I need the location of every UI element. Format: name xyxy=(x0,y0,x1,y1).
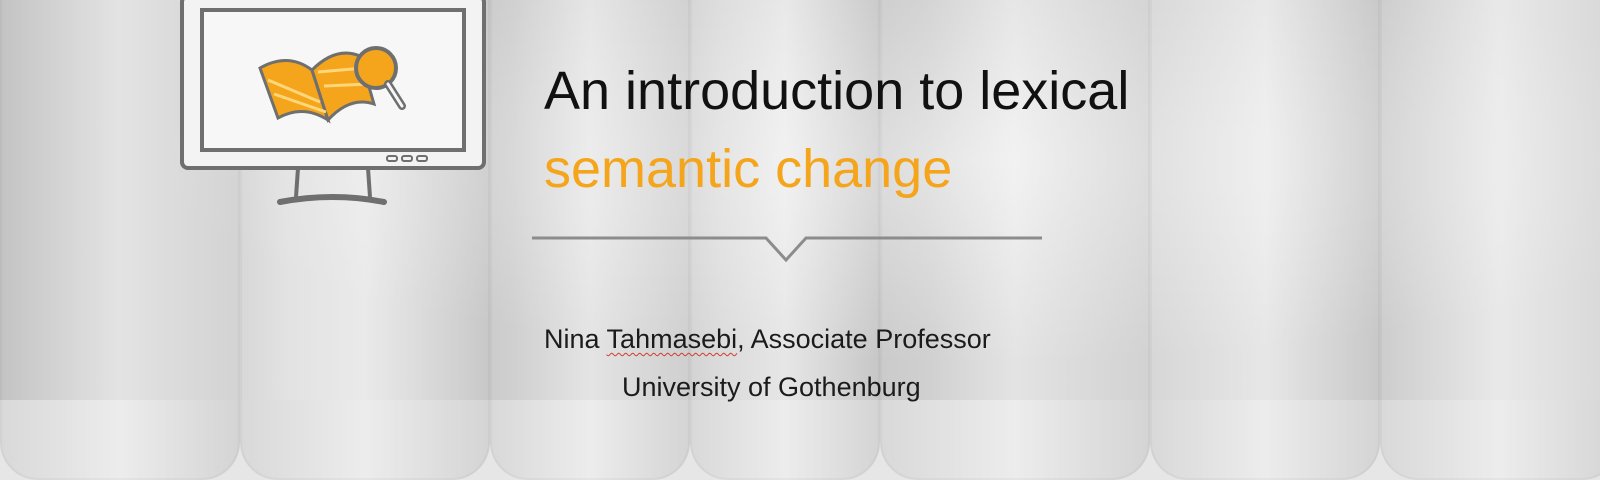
author-last-name: Tahmasebi xyxy=(606,324,738,354)
slide-subtitle: semantic change xyxy=(544,139,953,199)
author-first-name: Nina xyxy=(544,324,600,354)
author-role: , Associate Professor xyxy=(737,324,991,354)
monitor-icon xyxy=(180,0,486,205)
author-line: Nina Tahmasebi, Associate Professor xyxy=(544,324,991,355)
slide-title: An introduction to lexical xyxy=(544,61,1130,121)
title-divider xyxy=(532,236,1042,263)
author-affiliation: University of Gothenburg xyxy=(622,372,921,402)
